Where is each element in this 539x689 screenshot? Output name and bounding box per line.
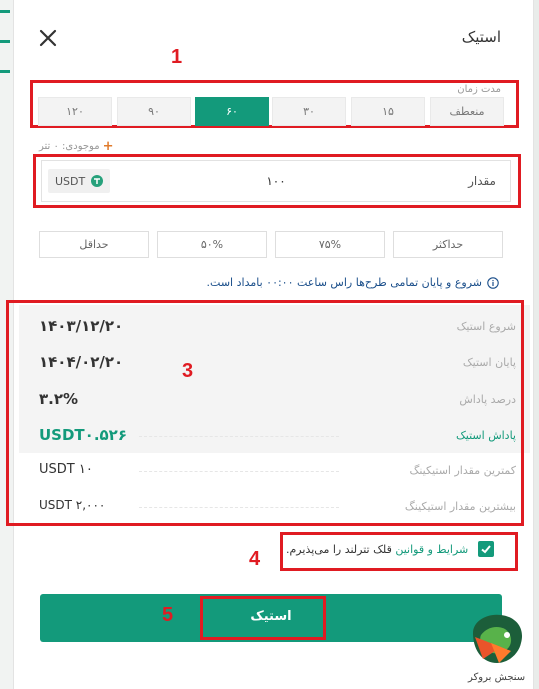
close-icon[interactable]	[38, 28, 58, 48]
watermark-text: سنجش بروکر	[468, 672, 526, 683]
balance-text: موجودی: ۰ تتر	[39, 141, 100, 152]
background-mark	[0, 40, 10, 43]
modal-title: استیک	[461, 28, 501, 46]
duration-label: مدت زمان	[457, 84, 501, 95]
amount-field[interactable]: مقدار ۱۰۰ USDT	[41, 160, 511, 202]
duration-option-90[interactable]: ۹۰	[117, 97, 191, 126]
tether-icon	[91, 175, 104, 187]
annotation-number-3: 3	[182, 360, 194, 382]
background-page-right	[534, 0, 539, 689]
duration-option-30[interactable]: ۳۰	[272, 97, 346, 126]
amount-value[interactable]: ۱۰۰	[42, 174, 510, 188]
annotation-box-stake	[200, 596, 326, 640]
annotation-number-5: 5	[162, 604, 174, 626]
duration-option-60[interactable]: ۶۰	[195, 97, 269, 126]
duration-option-15[interactable]: ۱۵	[351, 97, 425, 126]
duration-option-flexible[interactable]: منعطف	[430, 97, 504, 126]
schedule-info: شروع و پایان تمامی طرح‌ها راس ساعت ۰۰:۰۰…	[207, 276, 499, 289]
duration-option-120[interactable]: ۱۲۰	[38, 97, 112, 126]
currency-chip: USDT	[48, 169, 111, 193]
info-icon	[487, 276, 499, 289]
balance-info: موجودی: ۰ تتر +	[39, 139, 113, 154]
info-text: شروع و پایان تمامی طرح‌ها راس ساعت ۰۰:۰۰…	[206, 276, 482, 289]
annotation-number-1: 1	[171, 46, 183, 68]
add-balance-icon[interactable]: +	[103, 139, 114, 154]
background-mark	[0, 70, 10, 73]
percent-75-button[interactable]: ۷۵%	[275, 231, 385, 258]
percent-min-button[interactable]: حداقل	[39, 231, 149, 258]
percent-max-button[interactable]: حداکثر	[393, 231, 503, 258]
currency-label: USDT	[55, 174, 86, 188]
stake-modal: استیک 1 مدت زمان منعطف ۱۵ ۳۰ ۶۰ ۹۰ ۱۲۰ م…	[6, 0, 534, 689]
annotation-box-summary	[6, 300, 524, 526]
percent-50-button[interactable]: ۵۰%	[157, 231, 267, 258]
background-mark	[0, 10, 10, 13]
annotation-number-4: 4	[249, 548, 261, 570]
annotation-box-terms	[280, 532, 518, 571]
